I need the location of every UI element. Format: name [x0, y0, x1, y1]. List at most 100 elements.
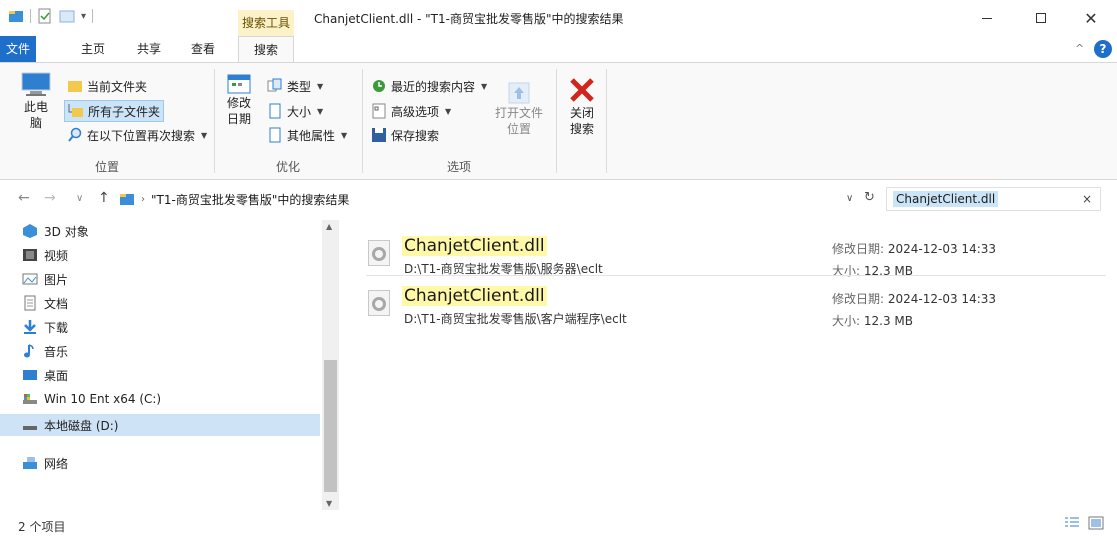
ribbon: 此电脑 当前文件夹 所有子文件夹 在以下位置再次搜索 ▼ 位置 修改日期 类型 …	[0, 62, 1117, 180]
clear-search-icon[interactable]: ×	[1082, 192, 1092, 206]
nav-item-label: Win 10 Ent x64 (C:)	[44, 392, 162, 406]
recent-searches-button[interactable]: 最近的搜索内容 ▼	[368, 75, 490, 97]
scrollbar-thumb[interactable]	[324, 360, 337, 492]
options-group-label: 选项	[446, 160, 471, 174]
location-group-label: 位置	[94, 160, 119, 174]
nav-item-music[interactable]: 音乐	[22, 340, 322, 362]
close-search-button[interactable]: 关闭搜索	[562, 75, 602, 137]
status-bar: 2 个项目	[0, 512, 1117, 537]
documents-icon	[24, 295, 36, 311]
search-tools-context-label: 搜索工具	[238, 10, 294, 36]
nav-item-pictures[interactable]: 图片	[22, 268, 322, 290]
nav-item-label: 文档	[44, 296, 69, 311]
collapse-ribbon-icon[interactable]: ^	[1075, 42, 1084, 55]
dropdown-arrow-icon: ▼	[201, 130, 208, 140]
search-again-label: 在以下位置再次搜索	[87, 128, 196, 143]
close-icon: ✕	[1084, 8, 1098, 28]
other-properties-button[interactable]: 其他属性 ▼	[264, 124, 350, 146]
downloads-icon	[24, 320, 36, 334]
new-folder-icon[interactable]	[59, 8, 75, 24]
nav-item-label: 图片	[44, 272, 69, 287]
minimize-icon	[982, 17, 992, 19]
size-value: 12.3 MB	[863, 314, 913, 328]
search-input[interactable]: ChanjetClient.dll ×	[886, 187, 1101, 211]
address-bar[interactable]: › "T1-商贸宝批发零售版"中的搜索结果	[118, 187, 878, 211]
advanced-options-icon	[372, 103, 386, 119]
search-again-button[interactable]: 在以下位置再次搜索 ▼	[64, 124, 210, 146]
kind-label: 类型	[287, 79, 312, 94]
minimize-button[interactable]	[964, 4, 1010, 32]
customize-toolbar-icon[interactable]: ▾	[81, 11, 86, 22]
nav-item-label: 视频	[44, 248, 69, 263]
search-icon	[68, 127, 82, 142]
group-separator	[214, 69, 215, 173]
scroll-down-icon[interactable]: ▼	[326, 499, 332, 508]
details-view-icon[interactable]	[1064, 516, 1080, 530]
network-icon	[23, 457, 37, 469]
tab-search[interactable]: 搜索	[238, 36, 294, 62]
tab-file[interactable]: 文件	[0, 36, 36, 62]
dropdown-arrow-icon: ▼	[481, 81, 488, 91]
forward-arrow-icon[interactable]: →	[44, 190, 56, 206]
modified-label: 修改日期:	[832, 292, 885, 306]
open-file-location-label: 打开文件位置	[494, 106, 543, 136]
nav-item-documents[interactable]: 文档	[22, 292, 322, 314]
nav-pane-scrollbar[interactable]: ▲ ▼	[322, 220, 339, 510]
other-properties-label: 其他属性	[287, 128, 336, 143]
back-arrow-icon[interactable]: ←	[18, 190, 30, 206]
properties-icon[interactable]	[37, 8, 53, 24]
recent-locations-icon[interactable]: ∨	[76, 193, 83, 204]
kind-icon	[267, 78, 282, 92]
nav-item-videos[interactable]: 视频	[22, 244, 322, 266]
tab-view[interactable]: 查看	[188, 36, 218, 62]
folder-icon	[120, 194, 134, 205]
computer-icon	[21, 72, 51, 96]
close-button[interactable]: ✕	[1068, 4, 1114, 32]
all-subfolders-label: 所有子文件夹	[88, 104, 161, 119]
result-file-name: ChanjetClient.dll	[402, 286, 547, 306]
current-folder-button[interactable]: 当前文件夹	[64, 75, 150, 97]
address-path: "T1-商贸宝批发零售版"中的搜索结果	[151, 192, 350, 207]
save-search-button[interactable]: 保存搜索	[368, 124, 442, 146]
nav-item-network[interactable]: 网络	[22, 452, 322, 474]
nav-item-desktop[interactable]: 桌面	[22, 364, 322, 386]
drive-d-icon	[23, 426, 37, 430]
size-button[interactable]: 大小 ▼	[264, 100, 326, 122]
refine-group-label: 优化	[275, 160, 300, 174]
breadcrumb-chevron-icon[interactable]: ›	[141, 194, 145, 205]
large-icons-view-icon[interactable]	[1088, 516, 1104, 530]
tab-home[interactable]: 主页	[78, 36, 108, 62]
pictures-icon	[22, 273, 38, 285]
result-item[interactable]: ChanjetClient.dll D:\T1-商贸宝批发零售版\服务器\ecl…	[350, 228, 1100, 278]
nav-item-label: 3D 对象	[44, 224, 89, 239]
all-subfolders-button[interactable]: 所有子文件夹	[64, 100, 165, 122]
advanced-options-button[interactable]: 高级选项 ▼	[368, 100, 454, 122]
address-row: ← → ∨ ↑ › "T1-商贸宝批发零售版"中的搜索结果 ∨ ↻ Chanje…	[0, 184, 1117, 214]
date-modified-button[interactable]: 修改日期	[222, 73, 256, 127]
this-pc-button[interactable]: 此电脑	[16, 69, 56, 131]
tab-share[interactable]: 共享	[134, 36, 164, 62]
nav-item-drive-d[interactable]: 本地磁盘 (D:)	[0, 414, 320, 436]
dropdown-arrow-icon: ▼	[341, 130, 348, 140]
open-file-location-button[interactable]: 打开文件位置	[492, 77, 546, 137]
save-search-label: 保存搜索	[391, 128, 440, 143]
result-modified: 修改日期: 2024-12-03 14:33	[832, 290, 996, 307]
result-modified: 修改日期: 2024-12-03 14:33	[832, 240, 996, 257]
address-history-dropdown-icon[interactable]: ∨	[846, 193, 853, 204]
refresh-icon[interactable]: ↻	[864, 190, 875, 205]
up-arrow-icon[interactable]: ↑	[98, 190, 110, 206]
maximize-button[interactable]	[1018, 4, 1064, 32]
date-modified-label: 修改日期	[226, 96, 251, 126]
kind-button[interactable]: 类型 ▼	[264, 75, 326, 97]
help-icon[interactable]: ?	[1094, 40, 1112, 58]
advanced-options-label: 高级选项	[391, 104, 440, 119]
nav-item-3d-objects[interactable]: 3D 对象	[22, 220, 322, 242]
folder-icon	[68, 81, 82, 92]
nav-item-downloads[interactable]: 下载	[22, 316, 322, 338]
folder-icon[interactable]	[8, 8, 24, 24]
result-item[interactable]: ChanjetClient.dll D:\T1-商贸宝批发零售版\客户端程序\e…	[350, 278, 1100, 328]
toolbar-separator	[30, 9, 31, 23]
scroll-up-icon[interactable]: ▲	[326, 222, 332, 231]
group-separator	[362, 69, 363, 173]
nav-item-drive-c[interactable]: Win 10 Ent x64 (C:)	[22, 388, 322, 410]
